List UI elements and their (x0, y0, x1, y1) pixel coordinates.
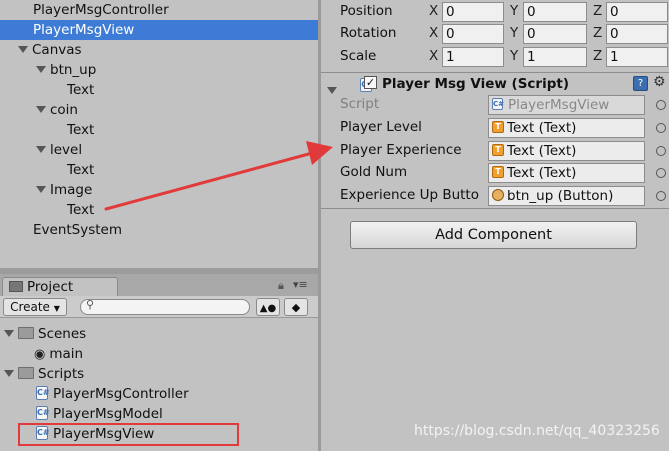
annotation-arrow-line (104, 150, 318, 211)
annotation-arrow (104, 141, 333, 211)
watermark-text: https://blog.csdn.net/qq_40323256 (414, 423, 660, 439)
annotation-arrow-head (306, 141, 333, 165)
